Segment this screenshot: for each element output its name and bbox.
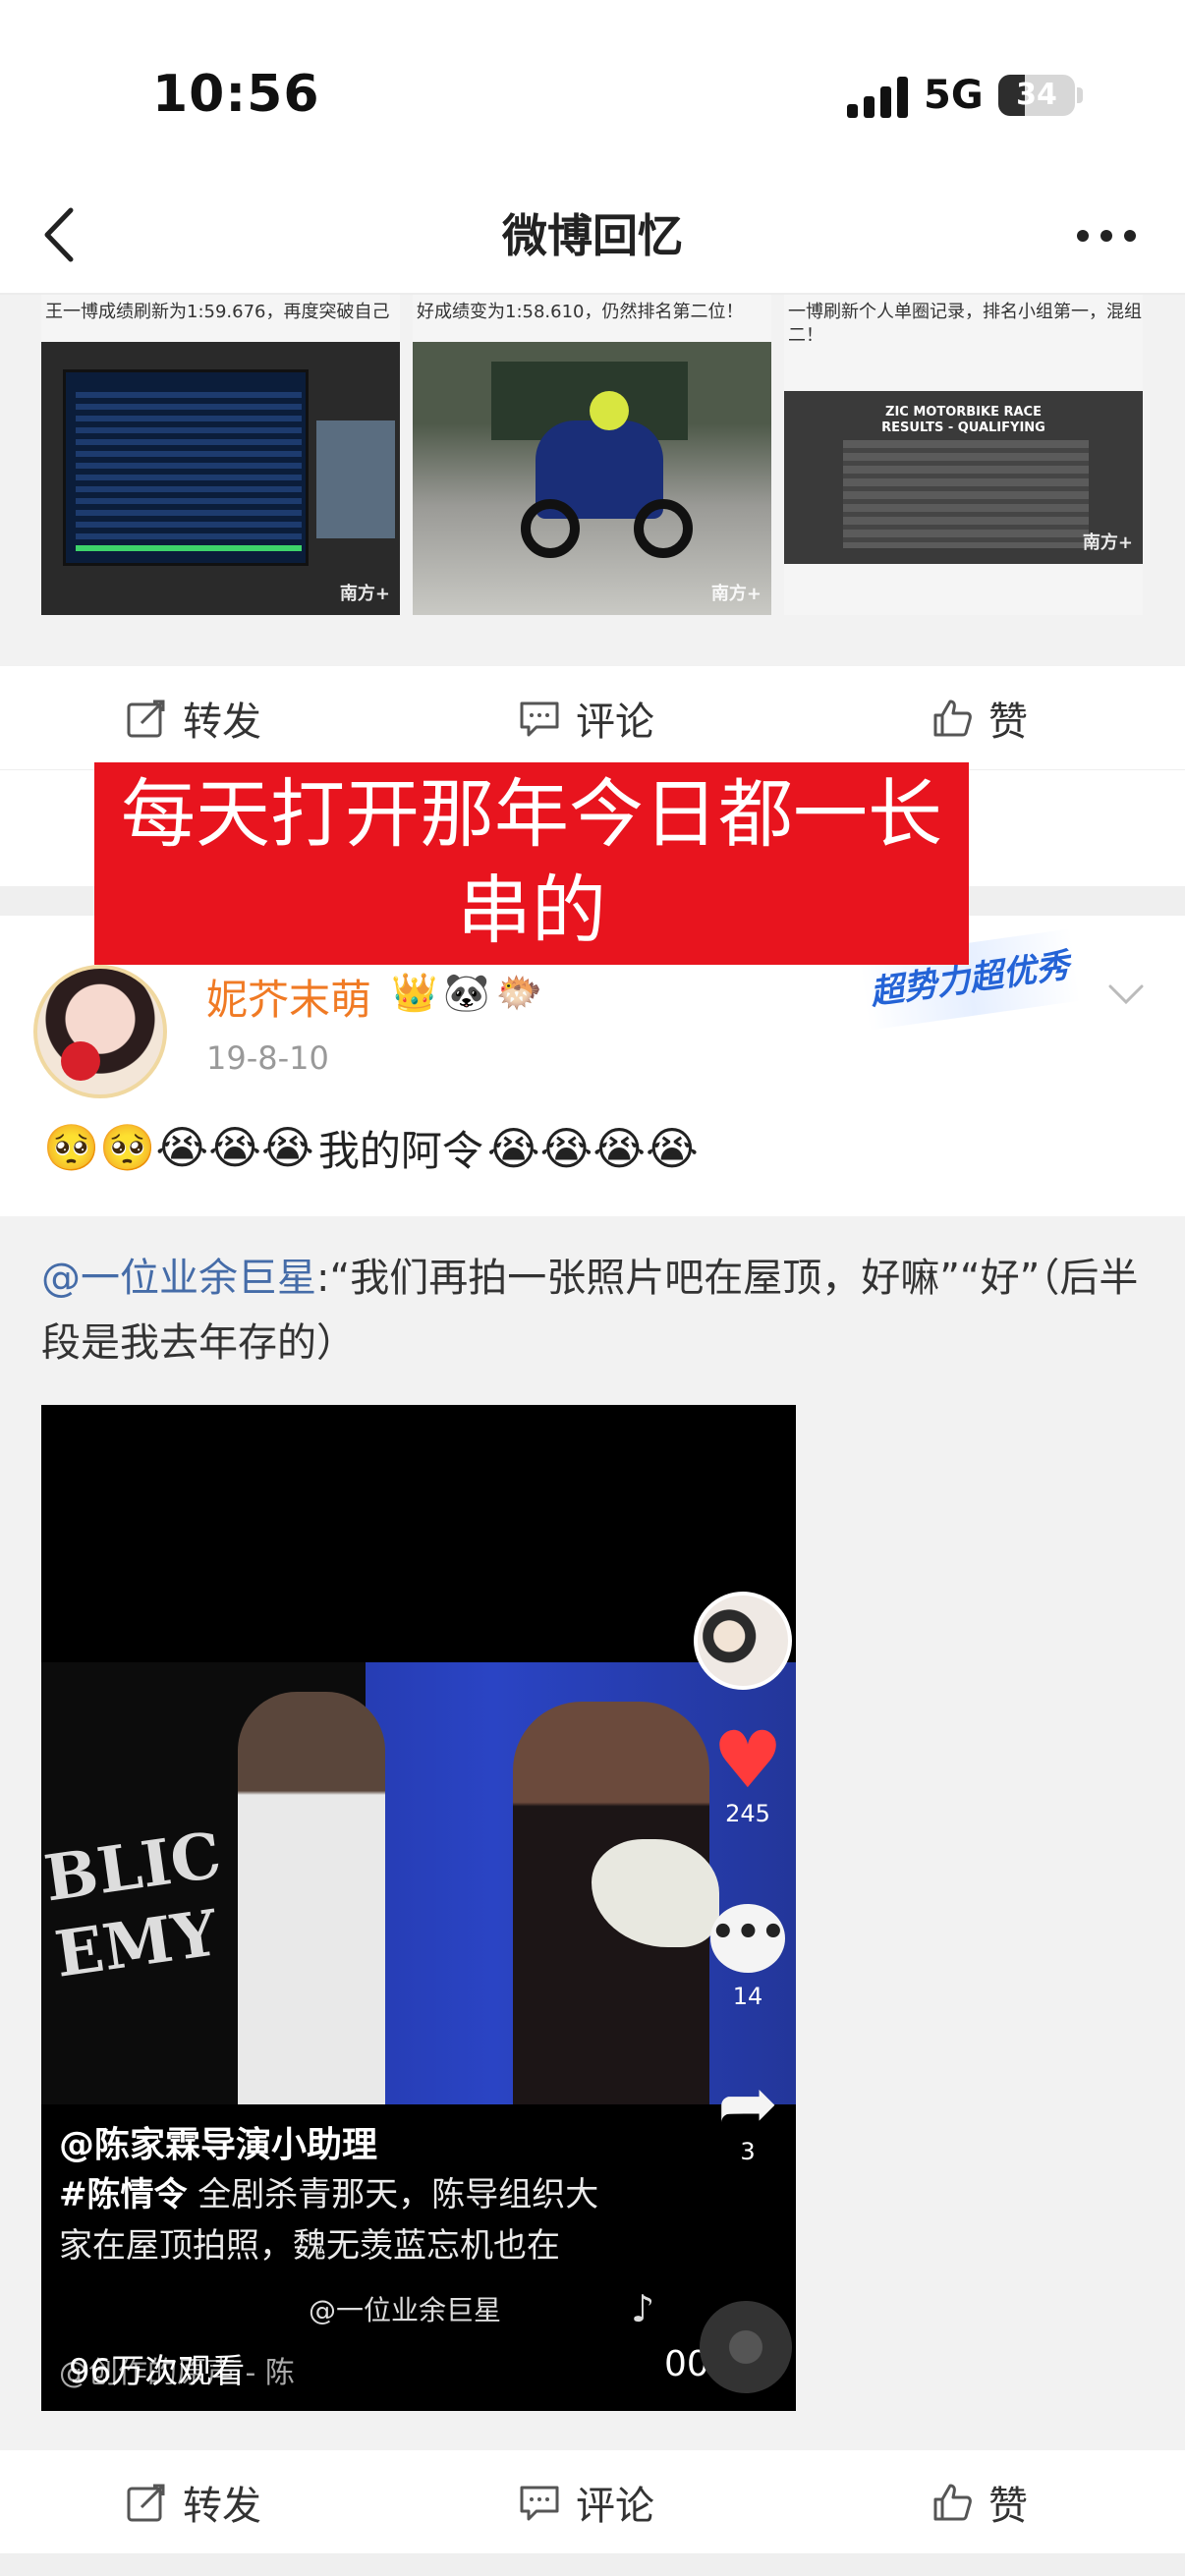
apple-icon <box>61 1041 100 1081</box>
chevron-down-icon <box>1108 984 1144 1005</box>
video-hashtag[interactable]: #陈情令 <box>59 2175 188 2214</box>
video-comment-count: 14 <box>732 1983 763 2010</box>
comment-icon <box>520 701 559 737</box>
crying-emoji-icon: 🥺🥺😭😭😭 <box>43 1121 314 1174</box>
nav-bar: 微博回忆 <box>0 177 1185 295</box>
like-label: 赞 <box>988 700 1028 745</box>
avatar[interactable] <box>33 965 167 1098</box>
helmet <box>590 391 629 430</box>
repost-label: 转发 <box>183 700 261 745</box>
fish-badge-icon: 🐡 <box>495 971 542 1014</box>
video-author-avatar[interactable] <box>694 1592 792 1690</box>
motorbike-image: 南方+ <box>413 342 771 615</box>
post1-action-bar: 转发 评论 赞 <box>0 666 1185 770</box>
user-badges: 👑 🐼 🐡 <box>391 971 542 1015</box>
bottom-divider <box>0 2554 1185 2576</box>
more-button[interactable] <box>1073 220 1142 250</box>
repost-block[interactable]: @一位业余巨星:“我们再拍一张照片吧在屋顶，好嘛”“好”（后半段是我去年存的） … <box>0 1216 1185 2450</box>
dot-icon <box>1100 230 1112 242</box>
music-disc-icon[interactable] <box>700 2301 792 2393</box>
video-description: #陈情令 全剧杀青那天，陈导组织大家在屋顶拍照，魏无羡蓝忘机也在 <box>59 2169 609 2271</box>
person-middle <box>238 1692 385 2104</box>
page-title: 微博回忆 <box>502 209 683 262</box>
image-caption: 好成绩变为1:58.610，仍然排名第二位！ <box>417 302 744 322</box>
dot-icon <box>1077 230 1089 242</box>
video-frame: BLIC EMY <box>41 1662 796 2104</box>
monitor-rows <box>76 392 302 539</box>
like-button[interactable]: 赞 <box>930 2450 1028 2554</box>
status-bar: 10:56 5G 34 <box>0 0 1185 177</box>
board-subtitle: RESULTS - QUALIFYING <box>881 420 1045 435</box>
battery-level: 34 <box>1016 78 1057 112</box>
results-rows <box>843 440 1089 548</box>
comment-icon <box>520 2486 559 2521</box>
like-label: 赞 <box>988 2484 1028 2529</box>
post2-action-bar: 转发 评论 赞 <box>0 2450 1185 2554</box>
comment-label: 评论 <box>576 700 654 745</box>
dot-icon <box>1124 230 1136 242</box>
video-comment-button[interactable]: ••• 14 <box>704 1904 792 2010</box>
username[interactable]: 妮芥末萌 <box>206 967 371 1027</box>
signal-icon <box>847 75 910 118</box>
board-title: ZIC MOTORBIKE RACE <box>885 405 1042 420</box>
comment-button[interactable]: 评论 <box>517 2450 654 2554</box>
heart-icon: ♥ <box>712 1714 783 1806</box>
thumbs-up-icon <box>933 700 972 737</box>
image-caption: 王一博成绩刷新为1:59.676，再度突破自己 <box>45 302 390 322</box>
video-like-button[interactable]: ♥ 245 <box>704 1714 792 1828</box>
image-caption: 一博刷新个人单圈记录，排名小组第一，混组二！ <box>788 302 1142 346</box>
repost-icon <box>127 700 165 738</box>
monitor-screen <box>63 369 309 566</box>
repost-label: 转发 <box>183 2484 261 2529</box>
share-icon: ➦ <box>716 2061 778 2146</box>
comment-button[interactable]: 评论 <box>517 666 654 770</box>
watermark: 南方+ <box>710 584 762 604</box>
thumbs-up-icon <box>933 2484 972 2521</box>
post-text: 🥺🥺😭😭😭 我的阿令 😭😭😭😭 <box>43 1118 699 1178</box>
image-thumb-3[interactable]: 一博刷新个人单圈记录，排名小组第一，混组二！ ZIC MOTORBIKE RAC… <box>784 295 1143 615</box>
watermark: 南方+ <box>1082 532 1133 553</box>
battery-tip <box>1077 87 1083 103</box>
comment-label: 评论 <box>576 2484 654 2529</box>
repost-icon <box>127 2484 165 2522</box>
post-date: 19-8-10 <box>206 1039 329 1077</box>
network-label: 5G <box>924 73 984 118</box>
status-time: 10:56 <box>152 65 320 124</box>
repost-button[interactable]: 转发 <box>124 666 261 770</box>
timing-board-image: 南方+ <box>41 342 400 615</box>
post-menu-button[interactable] <box>1106 979 1146 1008</box>
overlay-banner: 每天打开那年今日都一长串的 <box>94 762 969 965</box>
wheel-rear <box>634 499 693 558</box>
crying-emoji-icon: 😭😭😭😭 <box>486 1121 699 1175</box>
panda-badge-icon: 🐼 <box>443 971 490 1014</box>
video-handle: @一位业余巨星 <box>309 2294 502 2326</box>
video-share-button[interactable]: ➦ 3 <box>704 2061 792 2165</box>
repost-button[interactable]: 转发 <box>124 2450 261 2554</box>
repost-text: @一位业余巨星:“我们再拍一张照片吧在屋顶，好嘛”“好”（后半段是我去年存的） <box>41 1246 1142 1375</box>
image-thumb-1[interactable]: 王一博成绩刷新为1:59.676，再度突破自己 南方+ <box>41 295 400 615</box>
video-view-count: 96万次观看 <box>69 2352 246 2391</box>
post-text-body: 我的阿令 <box>317 1127 483 1175</box>
watermark: 南方+ <box>339 584 390 604</box>
comment-bubble-icon: ••• <box>710 1904 786 1973</box>
like-button[interactable]: 赞 <box>930 666 1028 770</box>
monitor-bar <box>76 545 302 551</box>
music-note-icon: ♪ <box>631 2287 655 2330</box>
video-player[interactable]: BLIC EMY @陈家霖导演小助理 #陈情令 全剧杀青那天，陈导组织大家在屋顶… <box>41 1405 796 2411</box>
monitor-side <box>316 420 395 538</box>
video-author[interactable]: @陈家霖导演小助理 <box>59 2116 377 2167</box>
wheel-front <box>521 499 580 558</box>
post1-media: 王一博成绩刷新为1:59.676，再度突破自己 南方+ 好成绩变为1:58.61… <box>0 295 1185 666</box>
results-board-image: ZIC MOTORBIKE RACE RESULTS - QUALIFYING … <box>784 391 1143 564</box>
repost-mention[interactable]: @一位业余巨星 <box>41 1256 316 1301</box>
image-thumb-2[interactable]: 好成绩变为1:58.610，仍然排名第二位！ 南方+ <box>413 295 771 615</box>
battery-icon: 34 <box>998 75 1075 116</box>
crown-badge-icon: 👑 <box>391 971 438 1014</box>
